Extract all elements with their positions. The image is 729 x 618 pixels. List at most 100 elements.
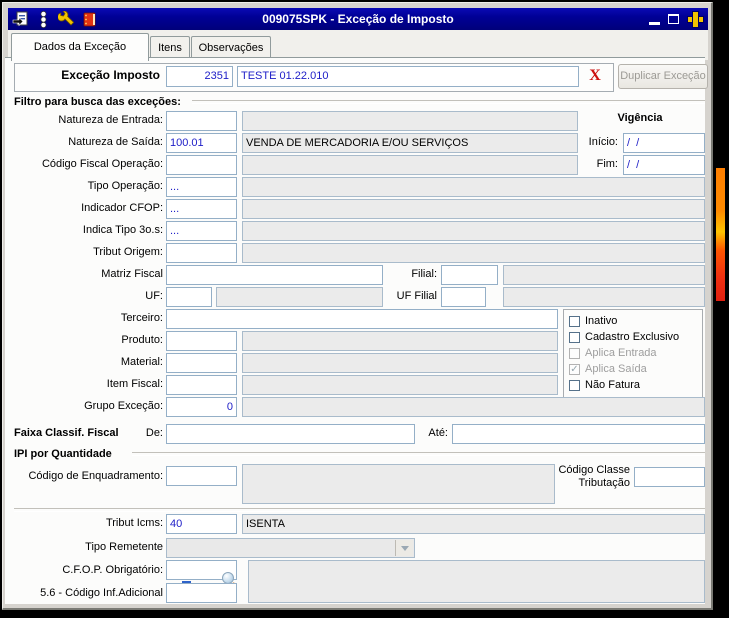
filial-label: Filial: [411,268,437,280]
matriz-fiscal-label: Matriz Fiscal [101,268,163,280]
terceiro-label: Terceiro: [120,312,163,324]
produto-input[interactable] [166,331,237,351]
codigo-inf-adicional-input[interactable] [166,583,237,603]
minimize-icon[interactable] [649,21,660,25]
codigo-enquadramento-input[interactable] [166,466,237,486]
tribut-icms-label: Tribut Icms: [105,517,163,529]
terceiro-input[interactable] [166,309,558,329]
notebook-icon[interactable] [81,11,98,28]
grupo-excecao-input[interactable]: 0 [166,397,237,417]
natureza-entrada-input[interactable] [166,111,237,131]
exception-description-input[interactable]: TESTE 01.22.010 [237,66,579,87]
tipo-remetente-select[interactable] [166,538,415,558]
checkbox-label: Cadastro Exclusivo [585,331,680,343]
checkbox-box[interactable] [569,331,580,343]
uf-desc [216,287,383,307]
checkbox-aplica-saida: ✓ Aplica Saída [569,362,647,376]
uf-input[interactable] [166,287,212,307]
uf-filial-desc [503,287,705,307]
tribut-origem-input[interactable] [166,243,237,263]
maximize-icon[interactable] [668,14,679,24]
natureza-entrada-label: Natureza de Entrada: [58,114,163,126]
natureza-entrada-desc [242,111,578,131]
checkbox-cadastro-exclusivo[interactable]: Cadastro Exclusivo [569,330,679,344]
indicador-cfop-desc [242,199,705,219]
checkbox-nao-fatura[interactable]: Não Fatura [569,378,640,392]
faixa-de-label: De: [145,427,163,439]
indica-tipo-3os-input[interactable]: ... [166,221,237,241]
tipo-remetente-value [167,543,170,555]
indicador-cfop-label: Indicador CFOP: [81,202,163,214]
tribut-icms-input[interactable]: 40 [166,514,237,534]
codigo-fiscal-operacao-input[interactable] [166,155,237,175]
checkbox-box[interactable] [569,315,580,327]
wrench-icon[interactable] [58,10,75,28]
faixa-de-input[interactable] [166,424,415,444]
tipo-operacao-input[interactable]: ... [166,177,237,197]
inicio-label: Início: [588,136,618,148]
titlebar[interactable]: 009075SPK - Exceção de Imposto [8,8,708,30]
filial-desc [503,265,705,285]
item-fiscal-label: Item Fiscal: [106,378,163,390]
material-input[interactable] [166,353,237,373]
chevron-down-icon[interactable] [395,540,413,556]
inicio-date-input[interactable]: / / [623,133,705,153]
filial-input[interactable] [441,265,498,285]
report-exit-icon[interactable] [12,11,29,28]
tribut-origem-label: Tribut Origem: [93,246,163,258]
exception-code-input[interactable]: 2351 [166,66,233,87]
tipo-operacao-label: Tipo Operação: [87,180,163,192]
item-fiscal-input[interactable] [166,375,237,395]
checkbox-label: Inativo [585,315,618,327]
matriz-fiscal-input[interactable] [166,265,383,285]
faixa-ate-label: Até: [428,427,448,439]
indica-tipo-3os-label: Indica Tipo 3o.s: [82,224,163,236]
material-label: Material: [120,356,163,368]
indica-tipo-3os-desc [242,221,705,241]
codigo-inf-adicional-label: 5.6 - Código Inf.Adicional [40,587,163,599]
checkbox-label: Não Fatura [585,379,641,391]
desktop: 009075SPK - Exceção de Imposto Dados da … [0,0,729,618]
uf-filial-label: UF Filial [396,290,437,302]
checkbox-label: Aplica Entrada [585,347,657,359]
faixa-ate-input[interactable] [452,424,705,444]
natureza-saida-input[interactable]: 100.01 [166,133,237,153]
tribut-icms-desc: ISENTA [242,514,705,534]
duplicate-exception-button[interactable]: Duplicar Exceção [618,64,708,89]
plus-close-icon[interactable] [687,11,704,28]
codigo-enquadramento-desc [242,464,555,504]
uf-label: UF: [145,290,163,302]
fim-date-input[interactable]: / / [623,155,705,175]
checkbox-inativo[interactable]: Inativo [569,314,617,328]
tipo-operacao-desc [242,177,705,197]
tipo-remetente-label: Tipo Remetente [85,541,163,553]
uf-filial-input[interactable] [441,287,486,307]
tribut-origem-desc [242,243,705,263]
natureza-saida-label: Natureza de Saída: [68,136,163,148]
clear-x-button[interactable]: X [584,66,606,86]
codigo-classe-input[interactable] [634,467,705,487]
codigo-classe-label-1: Código Classe [558,464,630,476]
checkbox-box[interactable] [569,379,580,391]
window-controls [649,8,704,30]
titlebar-toolbar [12,10,98,28]
header-label: Exceção Imposto [61,68,160,82]
tab-dados-da-excecao[interactable]: Dados da Exceção [11,33,149,61]
checkbox-aplica-entrada: Aplica Entrada [569,346,657,360]
indicador-cfop-input[interactable]: ... [166,199,237,219]
fim-label: Fim: [596,158,618,170]
window-title: 009075SPK - Exceção de Imposto [262,12,454,26]
vigencia-title: Vigência [617,112,663,124]
grupo-excecao-label: Grupo Exceção: [84,400,163,412]
codigo-fiscal-operacao-desc [242,155,578,175]
tab-strip: Dados da Exceção Itens Observações [8,30,708,61]
faixa-section-title: Faixa Classif. Fiscal [14,427,119,439]
produto-desc [242,331,558,351]
checkbox-box: ✓ [569,363,580,375]
traffic-light-icon[interactable] [35,10,52,28]
filter-section-title: Filtro para busca das exceções: [14,96,181,108]
ipi-divider [132,452,705,456]
checkbox-label: Aplica Saída [585,363,647,375]
cfop-obrigatorio-input[interactable]: ... [166,560,237,593]
produto-label: Produto: [121,334,163,346]
